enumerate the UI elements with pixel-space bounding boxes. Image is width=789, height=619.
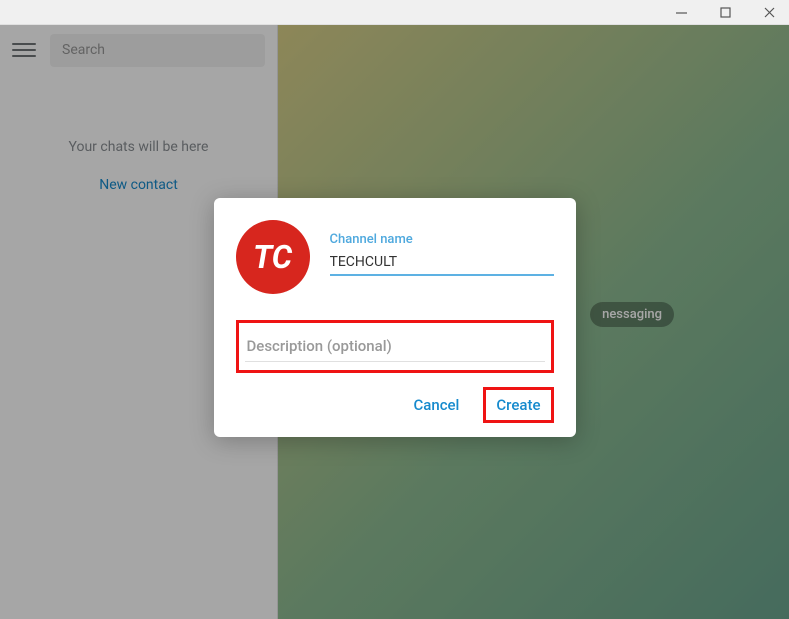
description-input[interactable]	[245, 331, 545, 362]
maximize-icon	[720, 7, 731, 18]
avatar-text: TC	[253, 238, 292, 276]
minimize-button[interactable]	[667, 2, 695, 22]
create-channel-dialog: TC Channel name Cancel Create	[214, 198, 576, 437]
channel-name-input[interactable]	[330, 251, 554, 276]
minimize-icon	[676, 7, 687, 18]
modal-overlay[interactable]: TC Channel name Cancel Create	[0, 25, 789, 619]
create-highlight: Create	[483, 387, 553, 423]
maximize-button[interactable]	[711, 2, 739, 22]
description-highlight	[236, 320, 554, 373]
channel-avatar[interactable]: TC	[236, 220, 310, 294]
cancel-button[interactable]: Cancel	[407, 388, 465, 422]
close-icon	[764, 7, 775, 18]
channel-name-label: Channel name	[330, 232, 554, 247]
create-button[interactable]: Create	[492, 392, 544, 418]
window-titlebar	[0, 0, 789, 25]
close-button[interactable]	[755, 2, 783, 22]
